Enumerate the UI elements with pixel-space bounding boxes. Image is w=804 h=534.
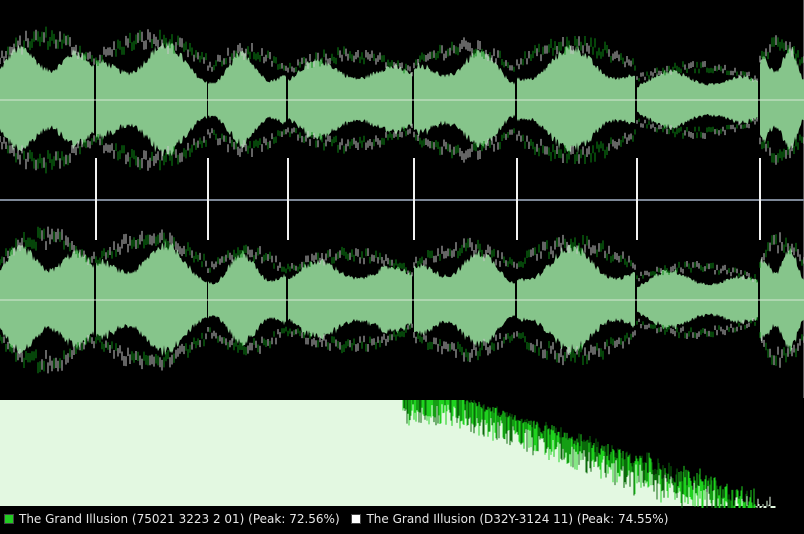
legend-swatch-green [4, 514, 14, 524]
legend-swatch-white [351, 514, 362, 524]
waveform-comparison-window: The Grand Illusion (75021 3223 2 01) (Pe… [0, 0, 804, 534]
waveform-segment [414, 49, 515, 148]
waveform-segment [517, 44, 635, 155]
legend-item-2: The Grand Illusion (D32Y-3124 11) (Peak:… [351, 508, 668, 530]
waveform-segment [637, 269, 758, 330]
waveform-segment [760, 44, 804, 153]
waveform-segment [0, 44, 94, 153]
legend: The Grand Illusion (75021 3223 2 01) (Pe… [0, 508, 804, 534]
spectrum-comparison-plot [0, 398, 804, 508]
legend-item-1: The Grand Illusion (75021 3223 2 01) (Pe… [4, 508, 340, 530]
legend-label-1: The Grand Illusion (75021 3223 2 01) (Pe… [19, 512, 340, 526]
legend-label-2: The Grand Illusion (D32Y-3124 11) (Peak:… [366, 512, 669, 526]
waveform-bottom-channel [0, 226, 804, 374]
waveform-segment [96, 40, 207, 157]
waveform-segment [96, 239, 207, 357]
